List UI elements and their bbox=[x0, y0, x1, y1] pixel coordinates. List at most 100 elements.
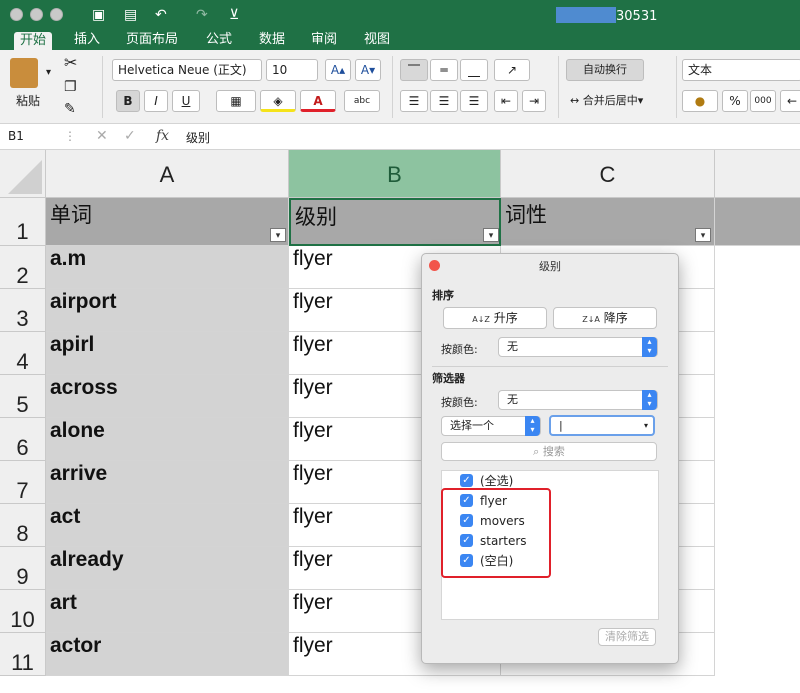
format-painter-icon[interactable]: ✎ bbox=[64, 98, 76, 120]
font-color-button[interactable]: A bbox=[300, 90, 336, 112]
paste-label[interactable]: 粘贴 bbox=[16, 90, 40, 112]
criteria-value-input[interactable]: | ▾ bbox=[549, 415, 655, 436]
word-cell[interactable]: a.m bbox=[46, 246, 289, 289]
filter-dropdown-icon[interactable]: ▾ bbox=[270, 228, 286, 242]
row-header[interactable]: 9 bbox=[0, 547, 46, 590]
borders-button[interactable]: ▦ bbox=[216, 90, 256, 112]
merge-center-button[interactable]: ↔ 合并后居中▾ bbox=[570, 90, 666, 112]
word-cell[interactable]: act bbox=[46, 504, 289, 547]
comma-style-button[interactable]: 000 bbox=[750, 90, 776, 112]
align-center-button[interactable]: ☰ bbox=[430, 90, 458, 112]
name-box[interactable]: B1 bbox=[8, 129, 24, 143]
underline-button[interactable]: U bbox=[172, 90, 200, 112]
font-name-select[interactable]: Helvetica Neue (正文) bbox=[112, 59, 262, 81]
fill-color-button[interactable]: ◈ bbox=[260, 90, 296, 112]
align-left-button[interactable]: ☰ bbox=[400, 90, 428, 112]
sort-ascending-button[interactable]: A↓Z 升序 bbox=[443, 307, 547, 329]
tab-review[interactable]: 审阅 bbox=[311, 31, 337, 49]
number-format-select[interactable]: 文本 bbox=[682, 59, 800, 81]
customize-toolbar-icon[interactable]: ⊻ bbox=[229, 6, 239, 24]
filter-dropdown-icon[interactable]: ▾ bbox=[695, 228, 711, 242]
tab-page-layout[interactable]: 页面布局 bbox=[126, 31, 178, 49]
minimize-window-button[interactable] bbox=[30, 8, 43, 21]
formula-input[interactable]: 级别 bbox=[186, 129, 210, 146]
word-cell[interactable]: arrive bbox=[46, 461, 289, 504]
row-header[interactable]: 4 bbox=[0, 332, 46, 375]
accounting-format-button[interactable]: ● bbox=[682, 90, 718, 112]
align-top-button[interactable]: ⎺ bbox=[400, 59, 428, 81]
italic-button[interactable]: I bbox=[144, 90, 168, 112]
word-cell[interactable]: across bbox=[46, 375, 289, 418]
word-cell[interactable]: already bbox=[46, 547, 289, 590]
borders-icon: ▦ bbox=[230, 94, 242, 108]
font-shrink-button[interactable]: A▾ bbox=[355, 59, 381, 81]
list-item[interactable]: (全选) bbox=[480, 474, 513, 488]
bold-button[interactable]: B bbox=[116, 90, 140, 112]
clear-filter-button[interactable]: 清除筛选 bbox=[598, 628, 656, 646]
row-header[interactable]: 2 bbox=[0, 246, 46, 289]
redacted-filename bbox=[556, 7, 616, 23]
font-size-select[interactable]: 10 bbox=[266, 59, 318, 81]
header-cell-b[interactable]: 级别 ▾ bbox=[289, 198, 501, 246]
column-header-a[interactable]: A bbox=[46, 150, 289, 198]
row-header[interactable]: 1 bbox=[0, 198, 46, 246]
word-cell[interactable]: apirl bbox=[46, 332, 289, 375]
tab-view[interactable]: 视图 bbox=[364, 31, 390, 49]
row-header[interactable]: 3 bbox=[0, 289, 46, 332]
word-cell[interactable]: art bbox=[46, 590, 289, 633]
row-header[interactable]: 10 bbox=[0, 590, 46, 633]
filter-search-input[interactable]: ⌕ 搜索 bbox=[441, 442, 657, 461]
cancel-icon[interactable]: ✕ bbox=[96, 128, 108, 144]
checkbox-select-all[interactable]: ✓ bbox=[460, 474, 473, 487]
dropdown-icon: ▾ bbox=[643, 421, 648, 430]
function-icon[interactable]: fx bbox=[156, 128, 169, 144]
header-cell-a[interactable]: 单词 ▾ bbox=[46, 198, 289, 246]
row-header[interactable]: 7 bbox=[0, 461, 46, 504]
zoom-window-button[interactable] bbox=[50, 8, 63, 21]
row-header[interactable]: 5 bbox=[0, 375, 46, 418]
paste-icon[interactable] bbox=[10, 58, 38, 88]
filter-color-select[interactable]: 无 ▴ ▾ bbox=[498, 390, 658, 410]
header-cell-c[interactable]: 词性 ▾ bbox=[501, 198, 715, 246]
save-icon[interactable]: ▤ bbox=[124, 6, 137, 24]
wrap-text-button[interactable]: 自动换行 bbox=[566, 59, 644, 81]
paste-dropdown-icon[interactable]: ▾ bbox=[46, 62, 51, 84]
select-all-corner[interactable] bbox=[0, 150, 46, 198]
tab-data[interactable]: 数据 bbox=[259, 31, 285, 49]
increase-indent-button[interactable]: ⇥ bbox=[522, 90, 546, 112]
phonetic-button[interactable]: abc bbox=[344, 90, 380, 112]
sort-color-select[interactable]: 无 ▴ ▾ bbox=[498, 337, 658, 357]
column-header-c[interactable]: C bbox=[501, 150, 715, 198]
ribbon-divider bbox=[102, 56, 103, 118]
word-cell[interactable]: airport bbox=[46, 289, 289, 332]
align-middle-button[interactable]: ═ bbox=[430, 59, 458, 81]
row-header[interactable]: 11 bbox=[0, 633, 46, 676]
row-header[interactable]: 6 bbox=[0, 418, 46, 461]
cut-icon[interactable]: ✂ bbox=[64, 52, 77, 74]
decrease-indent-button[interactable]: ⇤ bbox=[494, 90, 518, 112]
book-icon[interactable]: ▣ bbox=[92, 6, 105, 24]
sort-descending-button[interactable]: Z↓A 降序 bbox=[553, 307, 657, 329]
tab-formulas[interactable]: 公式 bbox=[206, 31, 232, 49]
align-right-button[interactable]: ☰ bbox=[460, 90, 488, 112]
tab-insert[interactable]: 插入 bbox=[74, 31, 100, 49]
copy-icon[interactable]: ❐ bbox=[64, 76, 77, 98]
row-header[interactable]: 8 bbox=[0, 504, 46, 547]
criteria-operator-select[interactable]: 选择一个 ▴ ▾ bbox=[441, 416, 541, 436]
word-cell[interactable]: actor bbox=[46, 633, 289, 676]
tab-home[interactable]: 开始 bbox=[14, 32, 53, 50]
word-cell[interactable]: alone bbox=[46, 418, 289, 461]
orientation-button[interactable]: ↗ bbox=[494, 59, 530, 81]
increase-decimal-button[interactable]: ← bbox=[780, 90, 800, 112]
redo-icon[interactable]: ↷ bbox=[196, 6, 208, 24]
header-cell-d[interactable] bbox=[715, 198, 800, 246]
close-window-button[interactable] bbox=[10, 8, 23, 21]
percent-button[interactable]: % bbox=[722, 90, 748, 112]
enter-icon[interactable]: ✓ bbox=[124, 128, 136, 144]
align-bottom-button[interactable]: ⎽ bbox=[460, 59, 488, 81]
column-header-d[interactable] bbox=[715, 150, 800, 198]
undo-icon[interactable]: ↶ bbox=[155, 6, 167, 24]
font-grow-button[interactable]: A▴ bbox=[325, 59, 351, 81]
filter-dropdown-icon[interactable]: ▾ bbox=[483, 228, 499, 242]
column-header-b[interactable]: B bbox=[289, 150, 501, 198]
